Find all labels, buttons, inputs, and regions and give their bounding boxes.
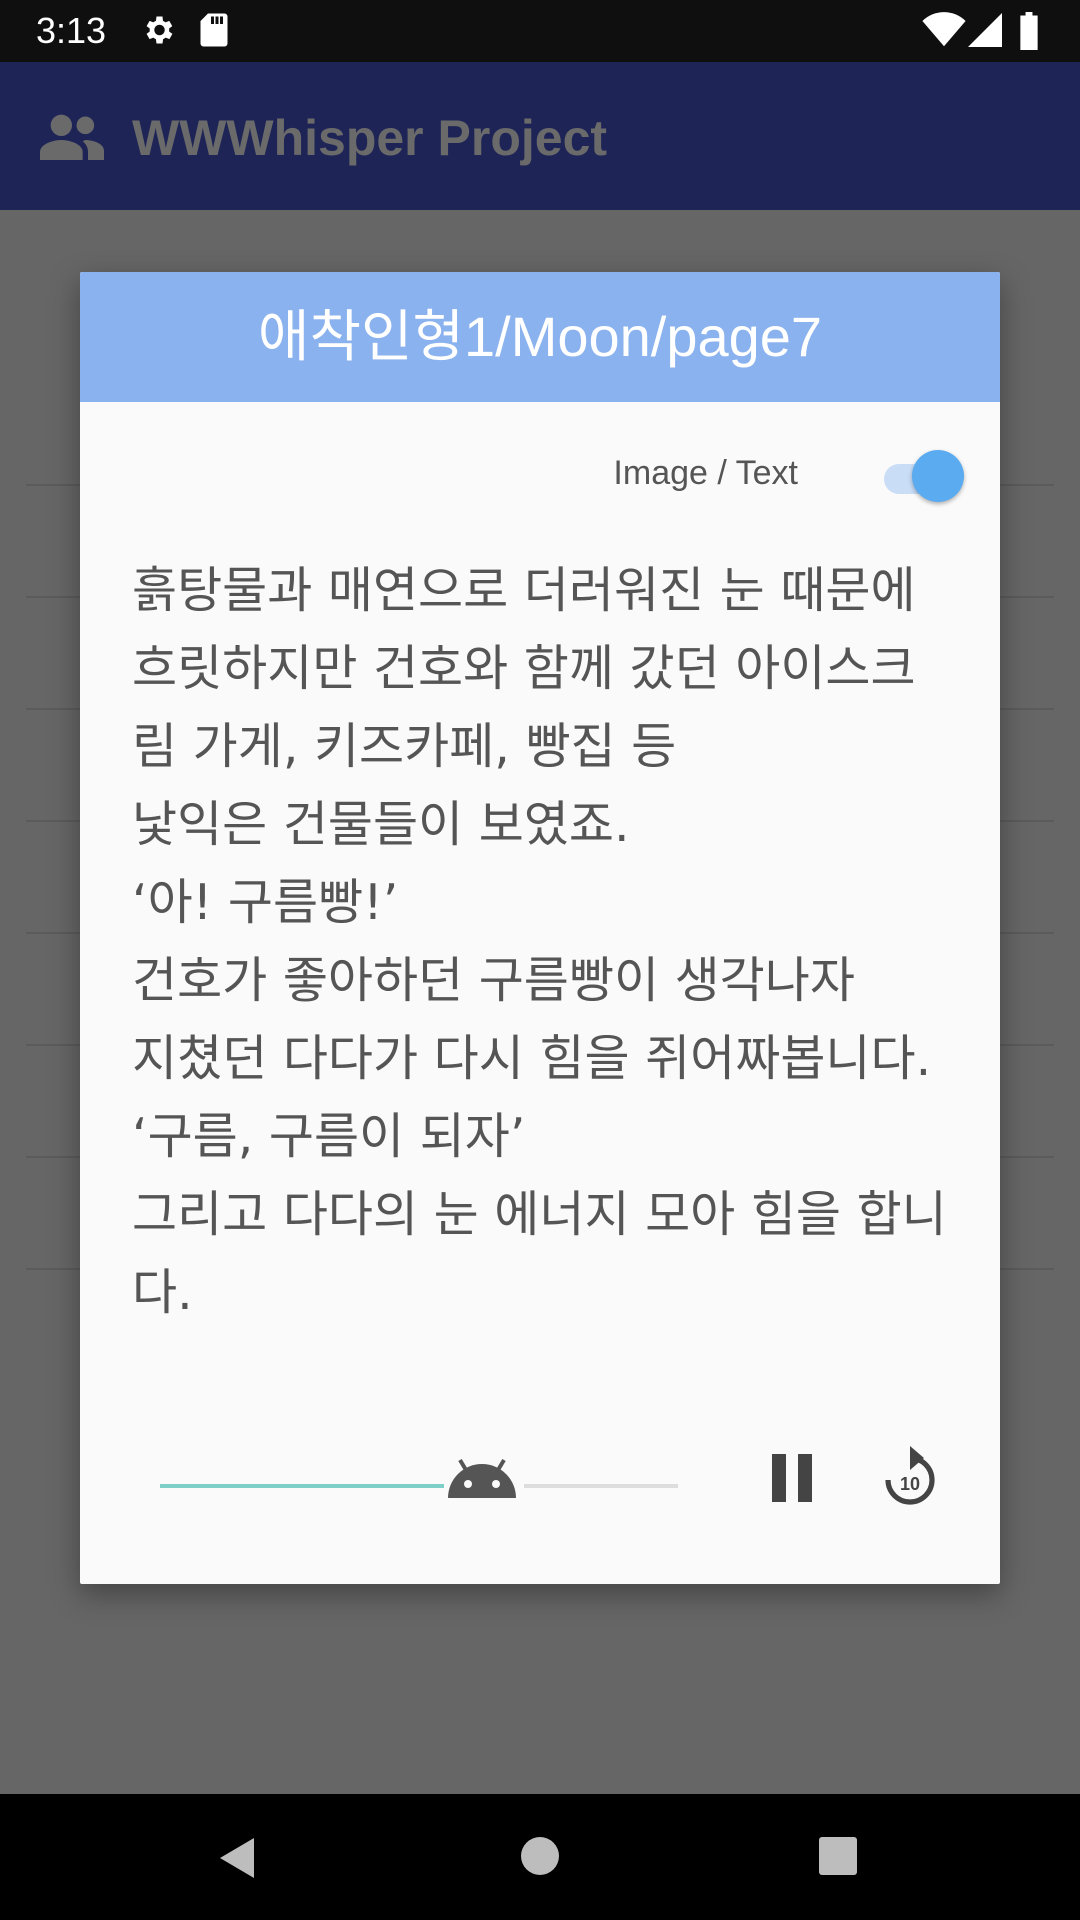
people-icon	[40, 112, 104, 164]
dialog-header: 애착인형1/Moon/page7	[80, 272, 1000, 402]
recents-icon[interactable]	[818, 1836, 858, 1880]
gear-icon	[140, 12, 176, 52]
switch-thumb	[912, 450, 964, 502]
pause-icon[interactable]	[770, 1454, 814, 1506]
toggle-label: Image / Text	[613, 454, 798, 492]
audio-player: 10	[80, 1432, 1000, 1542]
app-bar: WWWhisper Project	[0, 62, 1080, 210]
dialog-title: 애착인형1/Moon/page7	[257, 305, 823, 368]
signal-icon	[968, 12, 1002, 52]
wifi-icon	[922, 12, 966, 52]
seekbar-progress[interactable]	[160, 1484, 444, 1488]
replay-10-icon[interactable]: 10	[880, 1442, 940, 1518]
android-icon[interactable]	[444, 1450, 520, 1502]
story-text[interactable]: 흙탕물과 매연으로 더러워진 눈 때문에 흐릿하지만 건호와 함께 갔던 아이스…	[132, 552, 952, 1332]
navigation-bar	[0, 1794, 1080, 1920]
status-bar: 3:13	[0, 0, 1080, 62]
sd-card-icon	[198, 12, 230, 52]
replay-seconds-label: 10	[900, 1474, 920, 1494]
story-dialog: 애착인형1/Moon/page7 Image / Text 흙탕물과 매연으로 …	[80, 272, 1000, 1584]
home-icon[interactable]	[520, 1836, 560, 1880]
status-time: 3:13	[36, 10, 107, 51]
seekbar-remaining[interactable]	[524, 1484, 678, 1488]
app-title: WWWhisper Project	[132, 110, 608, 166]
image-text-toggle-row: Image / Text	[564, 442, 964, 502]
battery-icon	[1018, 12, 1040, 54]
back-icon[interactable]	[218, 1836, 258, 1884]
image-text-switch[interactable]	[844, 442, 964, 512]
